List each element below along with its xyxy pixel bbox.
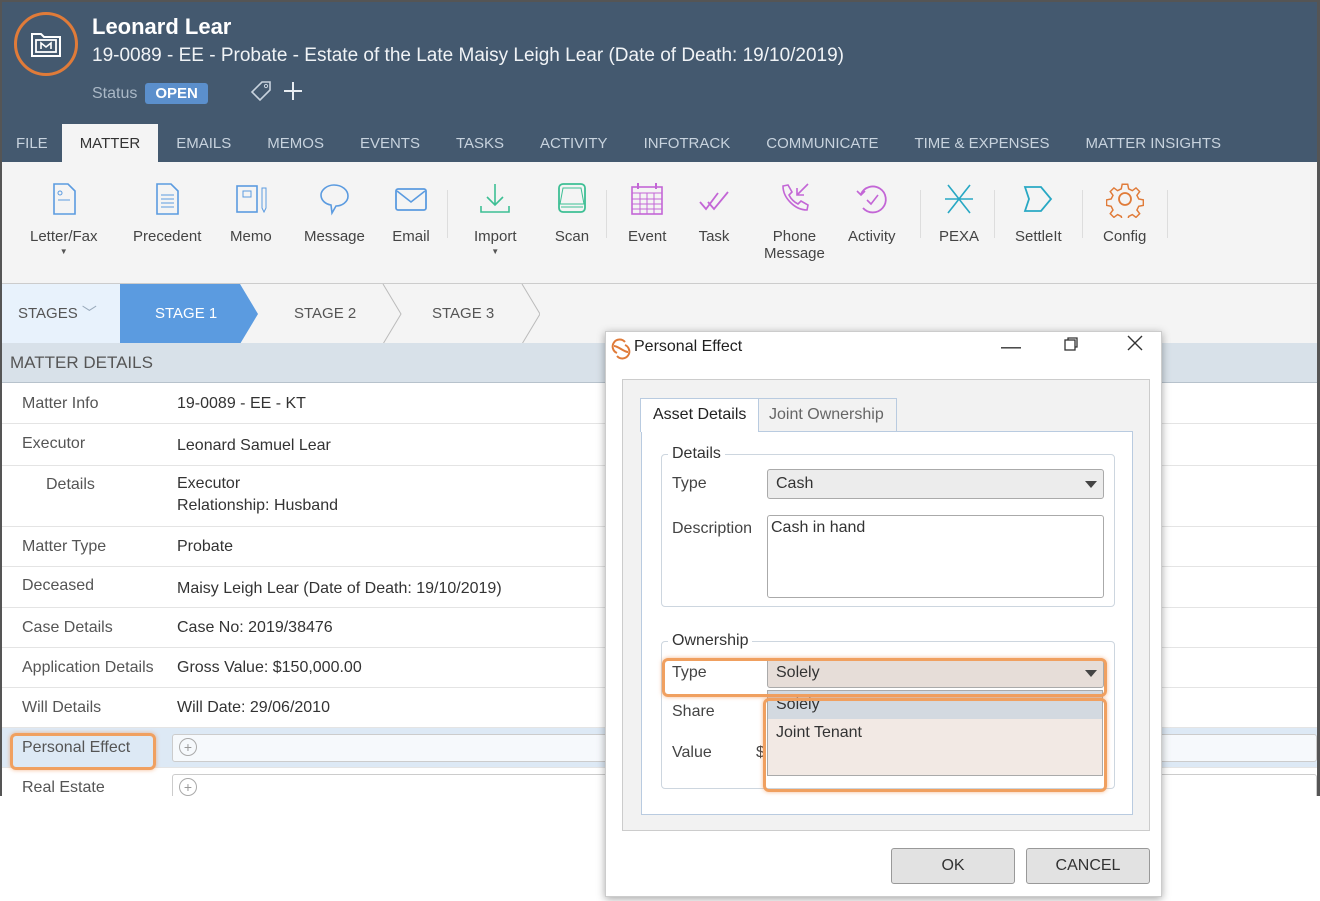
value-label: Value <box>672 744 712 761</box>
calendar-icon <box>631 183 663 215</box>
task-check-icon <box>699 191 729 211</box>
envelope-icon <box>395 188 427 211</box>
task-button[interactable]: Task <box>695 180 733 245</box>
add-circle-icon[interactable]: + <box>179 778 197 796</box>
tab-joint-ownership[interactable]: Joint Ownership <box>756 398 897 432</box>
dialog-title: Personal Effect <box>634 338 743 355</box>
tab-infotrack[interactable]: INFOTRACK <box>626 124 749 164</box>
tab-file[interactable]: FILE <box>2 124 62 164</box>
ribbon-separator <box>447 190 448 238</box>
document-icon <box>156 183 179 215</box>
pexa-button[interactable]: PEXA <box>939 180 979 245</box>
tab-activity[interactable]: ACTIVITY <box>522 124 626 164</box>
share-label: Share <box>672 703 715 720</box>
restore-button[interactable] <box>1063 335 1079 358</box>
tab-emails[interactable]: EMAILS <box>158 124 249 164</box>
ribbon-toolbar: Letter/Fax ▼ Precedent Memo Message Email… <box>2 162 1317 284</box>
chevron-down-icon: ▼ <box>491 247 500 256</box>
highlight-personal-effect <box>10 733 156 770</box>
stage-1[interactable]: STAGE 1 <box>155 284 217 344</box>
stages-menu[interactable]: STAGES ﹀ <box>2 284 120 344</box>
letter-fax-button[interactable]: Letter/Fax ▼ <box>30 180 98 256</box>
dropdown-arrow-icon <box>1085 481 1097 488</box>
minimize-button[interactable]: — <box>1001 336 1021 359</box>
status-label: Status <box>92 84 138 102</box>
activity-button[interactable]: Activity <box>848 180 896 245</box>
matter-folder-icon <box>14 12 78 76</box>
ok-button[interactable]: OK <box>891 848 1015 884</box>
tab-memos[interactable]: MEMOS <box>249 124 342 164</box>
event-button[interactable]: Event <box>628 180 666 245</box>
description-label: Description <box>672 520 753 537</box>
phone-icon <box>782 183 810 211</box>
ribbon-separator <box>606 190 607 238</box>
tab-asset-details[interactable]: Asset Details <box>640 398 760 432</box>
memo-icon <box>236 185 267 214</box>
details-type-label: Type <box>672 475 707 492</box>
gear-icon <box>1105 183 1144 218</box>
settleit-button[interactable]: SettleIt <box>1015 180 1062 245</box>
personal-effect-dialog: Personal Effect — Asset Details Joint Ow… <box>605 331 1162 897</box>
ribbon-separator <box>1082 190 1083 238</box>
chevron-down-icon: ﹀ <box>81 305 97 322</box>
import-button[interactable]: Import ▼ <box>474 180 517 256</box>
ribbon-separator <box>1167 190 1168 238</box>
close-button[interactable] <box>1126 334 1144 358</box>
email-button[interactable]: Email <box>392 180 430 245</box>
app-logo-icon <box>610 338 632 365</box>
description-textarea[interactable]: Cash in hand <box>767 515 1104 598</box>
ribbon-separator <box>920 190 921 238</box>
download-icon <box>480 184 511 213</box>
phone-message-button[interactable]: Phone Message <box>764 180 825 262</box>
settleit-icon <box>1024 186 1053 212</box>
stage-3[interactable]: STAGE 3 <box>432 284 494 344</box>
pexa-icon <box>945 184 974 214</box>
matter-description: 19-0089 - EE - Probate - Estate of the L… <box>92 45 845 66</box>
tab-matter[interactable]: MATTER <box>61 124 159 164</box>
activity-icon <box>856 185 887 214</box>
tab-events[interactable]: EVENTS <box>342 124 438 164</box>
tab-time-expenses[interactable]: TIME & EXPENSES <box>896 124 1067 164</box>
details-type-select[interactable]: Cash <box>767 469 1104 499</box>
restore-icon <box>1064 337 1078 351</box>
tab-tasks[interactable]: TASKS <box>438 124 522 164</box>
matter-client-name: Leonard Lear <box>92 14 232 39</box>
matter-header: Leonard Lear 19-0089 - EE - Probate - Es… <box>2 2 1317 164</box>
close-icon <box>1127 335 1143 351</box>
config-button[interactable]: Config <box>1103 180 1146 245</box>
memo-button[interactable]: Memo <box>230 180 272 245</box>
cancel-button[interactable]: CANCEL <box>1026 848 1150 884</box>
highlight-ownership-options <box>763 698 1107 792</box>
status-badge[interactable]: OPEN <box>145 83 208 104</box>
scan-button[interactable]: Scan <box>553 180 591 245</box>
letter-icon <box>52 183 76 215</box>
scanner-icon <box>558 183 586 213</box>
ribbon-separator <box>994 190 995 238</box>
chevron-down-icon: ▼ <box>59 247 68 256</box>
main-tabs: FILE MATTER EMAILS MEMOS EVENTS TASKS AC… <box>2 124 1239 164</box>
tab-communicate[interactable]: COMMUNICATE <box>748 124 896 164</box>
add-circle-icon[interactable]: + <box>179 738 197 756</box>
precedent-button[interactable]: Precedent <box>133 180 201 245</box>
message-icon <box>320 184 350 216</box>
tab-matter-insights[interactable]: MATTER INSIGHTS <box>1068 124 1240 164</box>
tag-icon[interactable] <box>250 80 274 107</box>
stage-2[interactable]: STAGE 2 <box>294 284 356 344</box>
highlight-ownership-type <box>662 658 1107 697</box>
message-button[interactable]: Message <box>304 180 365 245</box>
plus-icon[interactable] <box>282 80 304 107</box>
